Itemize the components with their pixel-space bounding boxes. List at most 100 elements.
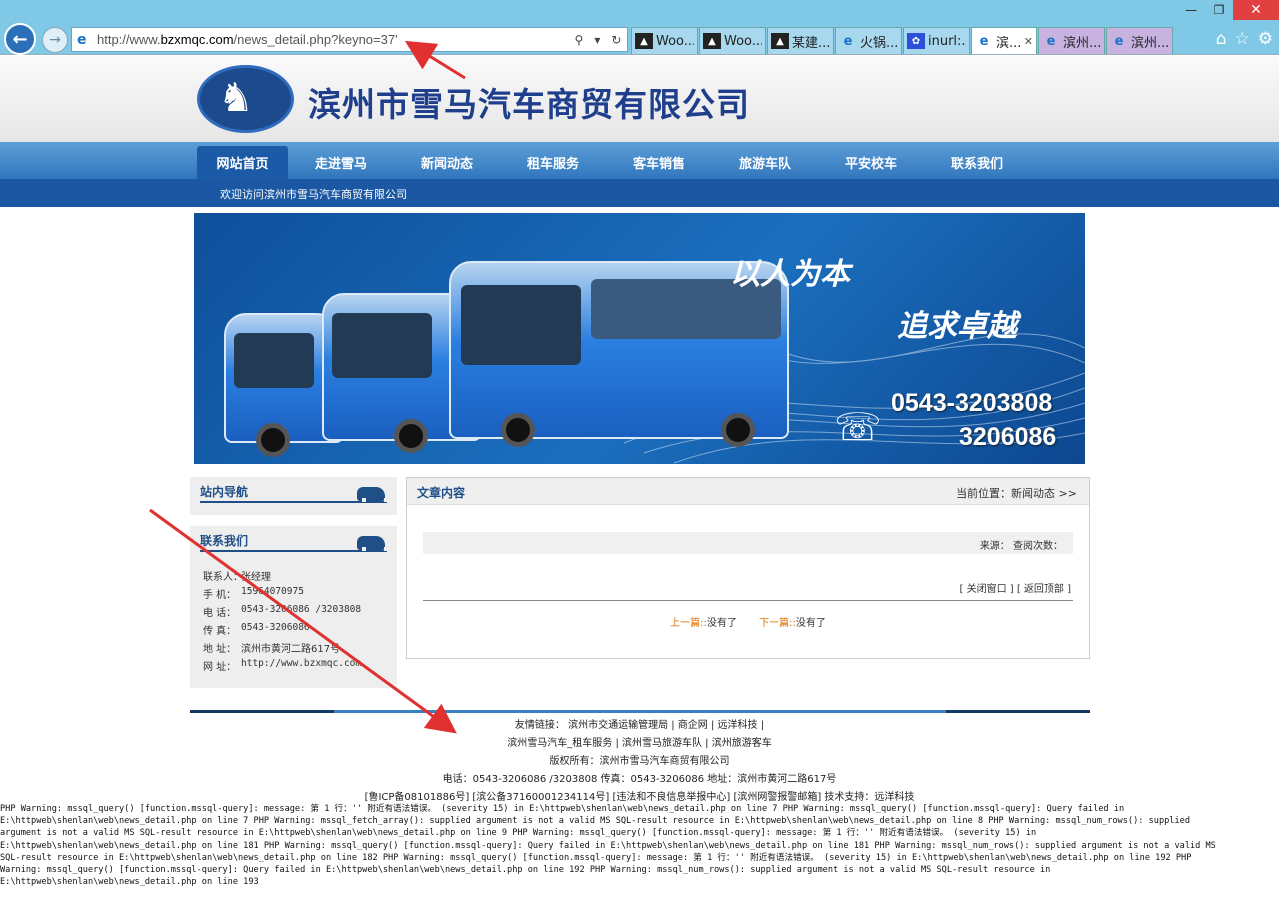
ie-icon: e (1046, 33, 1056, 49)
restore-icon[interactable]: ❐ (1205, 0, 1233, 20)
nav-about[interactable]: 走进雪马 (288, 146, 394, 179)
slogan-1: 以人为本 (730, 257, 850, 292)
footer-links-row-2[interactable]: 滨州雪马汽车_租车服务 | 滨州雪马旅游车队 | 滨州旅游客车 (0, 734, 1279, 749)
settings-gear-icon[interactable]: ⚙ (1258, 29, 1273, 49)
minimize-icon[interactable]: — (1177, 0, 1205, 20)
car-icon (357, 536, 388, 551)
tab-label: 火锅... (860, 35, 898, 51)
browser-tab-active[interactable]: e 滨... ✕ (971, 27, 1037, 54)
divider (200, 550, 387, 552)
welcome-text: 欢迎访问滨州市雪马汽车商贸有限公司 (220, 188, 407, 201)
nav-school-bus[interactable]: 平安校车 (818, 146, 924, 179)
window-controls: — ❐ ✕ (1177, 0, 1279, 20)
breadcrumb[interactable]: 当前位置：新闻动态 >> (956, 485, 1077, 501)
back-arrow-icon[interactable]: ← (4, 23, 36, 55)
browser-tab[interactable]: ▲ Woo... (631, 27, 698, 54)
contact-fax: 传 真： 0543-3206086 (203, 622, 397, 640)
contact-website: 网 址： http://www.bzxmqc.com (203, 658, 397, 676)
tab-label: 某建... (792, 35, 830, 51)
contact-label: 电 话： (203, 608, 237, 619)
browser-tab[interactable]: e 滨州... (1106, 27, 1173, 54)
browser-tab[interactable]: e 滨州... (1038, 27, 1105, 54)
url-text[interactable]: http://www.bzxmqc.com/news_detail.php?ke… (97, 32, 569, 47)
company-name: 滨州市雪马汽车商贸有限公司 (308, 85, 750, 124)
browser-tab[interactable]: ▲ Woo... (699, 27, 766, 54)
contact-label: 传 真： (203, 626, 237, 637)
company-logo[interactable]: ♞ (197, 65, 294, 133)
forward-arrow-icon[interactable]: → (42, 27, 68, 53)
next-label: 下一篇:: (759, 618, 796, 629)
warning-line: E:\httpweb\shenlan\web\news_detail.php o… (0, 816, 1190, 827)
sidebar-nav-box: 站内导航 (190, 477, 397, 515)
refresh-icon[interactable]: ↻ (611, 33, 621, 47)
nav-news[interactable]: 新闻动态 (394, 146, 500, 179)
browser-tab[interactable]: e 火锅... (835, 27, 902, 54)
home-icon[interactable]: ⌂ (1216, 29, 1227, 49)
url-domain: bzxmqc.com (160, 32, 234, 47)
bus-banner-image: 以人为本 追求卓越 ☏ 0543-3203808 3206086 (194, 213, 1085, 464)
contact-value: 0543-3206086 (241, 622, 310, 633)
footer-icp[interactable]: [鲁ICP备08101886号] [滨公备37160001234114号] [违… (0, 788, 1279, 803)
prev-next-nav: 上一篇::没有了 下一篇::没有了 (407, 614, 1089, 629)
nav-tour-fleet[interactable]: 旅游车队 (712, 146, 818, 179)
footer-divider (190, 710, 1090, 713)
warning-line: PHP Warning: mssql_query() [function.mss… (0, 804, 1125, 814)
telephone-icon: ☏ (834, 405, 882, 449)
site-header: ♞ 滨州市雪马汽车商贸有限公司 (0, 56, 1279, 142)
contact-label: 手 机： (203, 590, 237, 601)
contact-list: 联系人： 张经理 手 机： 15964070975 电 话： 0543-3206086… (190, 558, 397, 676)
address-tools: ⚲ ▾ ↻ (569, 33, 627, 47)
nav-rental[interactable]: 租车服务 (500, 146, 606, 179)
address-bar[interactable]: e http://www.bzxmqc.com/news_detail.php?… (71, 27, 628, 52)
tab-label: 滨州... (1063, 35, 1101, 51)
article-actions[interactable]: [ 关闭窗口 ] [ 返回顶部 ] (960, 580, 1072, 595)
favorites-star-icon[interactable]: ☆ (1235, 29, 1250, 49)
browser-toolbar-icons: ⌂ ☆ ⚙ (1216, 29, 1273, 49)
article-source: 来源： 查阅次数： (979, 541, 1063, 552)
close-window-icon[interactable]: ✕ (1233, 0, 1279, 20)
warning-line: SQL-result resource in E:\httpweb\shenla… (0, 852, 1192, 863)
ie-icon: e (979, 33, 989, 49)
footer-contact: 电话：0543-3206086 /3203808 传真：0543-3206086… (442, 774, 837, 785)
browser-tab[interactable]: ▲ 某建... (767, 27, 834, 54)
browser-tab[interactable]: ✿inurl:... (903, 27, 970, 54)
divider (200, 501, 387, 503)
contact-person: 联系人： 张经理 (203, 568, 397, 586)
prev-article-link[interactable]: 没有了 (707, 618, 737, 629)
car-icon (357, 487, 388, 502)
contact-website-link[interactable]: http://www.bzxmqc.com (241, 658, 361, 676)
search-icon[interactable]: ⚲ (575, 33, 584, 47)
url-path: /news_detail.php?keyno=37' (233, 32, 398, 47)
tab-label: Woo... (656, 33, 694, 49)
ie-icon: e (843, 33, 853, 49)
baidu-paw-icon: ✿ (907, 33, 925, 49)
prev-label: 上一篇:: (670, 618, 707, 629)
footer-links-label: 友情链接： (514, 720, 565, 731)
nav-sales[interactable]: 客车销售 (606, 146, 712, 179)
tab-strip: ▲Woo... ▲Woo... ▲某建... e 火锅... ✿inurl:...… (631, 27, 1174, 55)
article-meta-bar: 来源： 查阅次数： (423, 532, 1073, 554)
next-article-link[interactable]: 没有了 (796, 618, 826, 629)
contact-label: 网 址： (203, 662, 237, 673)
contact-mobile: 手 机： 15964070975 (203, 586, 397, 604)
url-prefix: http://www. (97, 32, 161, 47)
footer-links[interactable]: 滨州市交通运输管理局 | 商企网 | 远洋科技 | (568, 720, 764, 731)
slogan-2: 追求卓越 (897, 309, 1017, 344)
tab-label: 滨... (996, 35, 1022, 51)
contact-value: 张经理 (241, 572, 271, 583)
sidebar-contact-box: 联系我们 联系人： 张经理 手 机： 15964070975 电 话： 0543-32… (190, 526, 397, 688)
dropdown-icon[interactable]: ▾ (594, 33, 600, 47)
horse-logo-icon: ♞ (218, 75, 254, 121)
nav-home[interactable]: 网站首页 (197, 146, 288, 179)
nav-contact[interactable]: 联系我们 (924, 146, 1030, 179)
contact-value: 滨州市黄河二路617号 (241, 644, 341, 655)
contact-label: 地 址： (203, 644, 237, 655)
main-navigation: 网站首页 走进雪马 新闻动态 租车服务 客车销售 旅游车队 平安校车 联系我们 (0, 142, 1279, 179)
close-tab-icon[interactable]: ✕ (1024, 35, 1033, 48)
contact-phone: 电 话： 0543-3206086 /3203808 (203, 604, 397, 622)
welcome-bar: 欢迎访问滨州市雪马汽车商贸有限公司 (0, 179, 1279, 207)
tab-label: inurl:... (928, 33, 966, 49)
banner-phone-1: 0543-3203808 (891, 389, 1053, 417)
sidebar-nav-title: 站内导航 (200, 485, 249, 499)
contact-label: 联系人： (203, 572, 243, 583)
